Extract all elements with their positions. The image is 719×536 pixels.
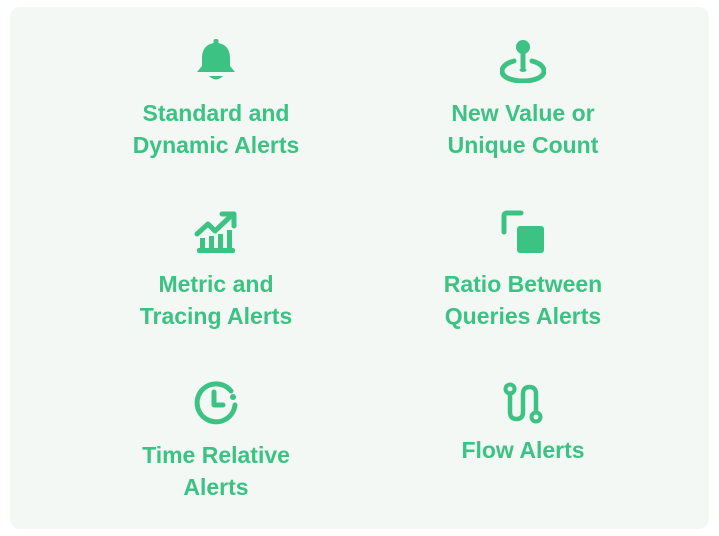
- bell-icon: [192, 37, 240, 85]
- tile-label-line: Tracing Alerts: [139, 303, 293, 329]
- clock-icon: [192, 379, 240, 427]
- tile-label-line: Flow Alerts: [461, 437, 585, 463]
- tile-label-line: New Value or: [451, 100, 595, 126]
- tile-label: Time Relative Alerts: [66, 439, 366, 503]
- trending-chart-icon: [192, 208, 240, 256]
- tile-label: Ratio Between Queries Alerts: [373, 268, 673, 332]
- tile-label-line: Metric and: [158, 271, 274, 297]
- tile-label-line: Alerts: [183, 474, 249, 500]
- alert-types-panel: Standard and Dynamic Alerts New Value or…: [10, 7, 709, 529]
- tile-label-line: Dynamic Alerts: [132, 132, 300, 158]
- tile-ratio-between-queries-alerts: Ratio Between Queries Alerts: [373, 208, 673, 332]
- flow-route-icon: [499, 379, 547, 427]
- map-pin-icon: [499, 37, 547, 85]
- tile-standard-dynamic-alerts: Standard and Dynamic Alerts: [66, 37, 366, 161]
- tile-label: Flow Alerts: [373, 434, 673, 466]
- tile-label-line: Time Relative: [142, 442, 290, 468]
- tile-metric-tracing-alerts: Metric and Tracing Alerts: [66, 208, 366, 332]
- tile-new-value-unique-count: New Value or Unique Count: [373, 37, 673, 161]
- tile-label: Metric and Tracing Alerts: [66, 268, 366, 332]
- overlapping-squares-icon: [499, 208, 547, 256]
- tile-label: Standard and Dynamic Alerts: [66, 97, 366, 161]
- tile-label-line: Ratio Between: [443, 271, 603, 297]
- tile-time-relative-alerts: Time Relative Alerts: [66, 379, 366, 503]
- tile-label: New Value or Unique Count: [373, 97, 673, 161]
- tile-label-line: Unique Count: [447, 132, 599, 158]
- tile-flow-alerts: Flow Alerts: [373, 379, 673, 466]
- tile-label-line: Standard and: [142, 100, 290, 126]
- tile-label-line: Queries Alerts: [444, 303, 602, 329]
